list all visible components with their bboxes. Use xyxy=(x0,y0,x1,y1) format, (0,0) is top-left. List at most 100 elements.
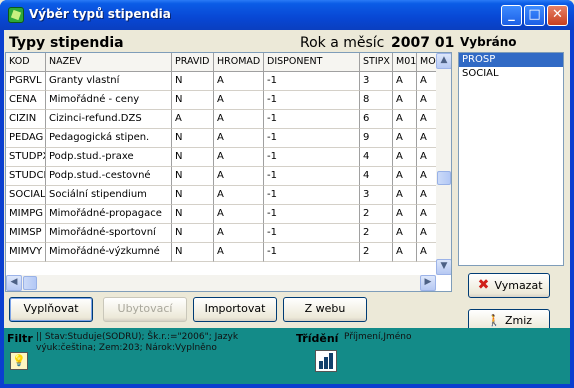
column-header[interactable]: DISPONENT xyxy=(264,53,360,72)
table-cell[interactable]: 2 xyxy=(360,243,393,262)
table-cell[interactable]: STUDCE xyxy=(6,167,46,186)
table-cell[interactable]: A xyxy=(393,148,417,167)
table-cell[interactable]: Mimořádné - ceny xyxy=(46,91,172,110)
table-cell[interactable]: -1 xyxy=(264,148,360,167)
scroll-down-icon[interactable]: ▼ xyxy=(436,259,451,275)
table-cell[interactable]: CENA xyxy=(6,91,46,110)
table-cell[interactable]: PGRVL xyxy=(6,72,46,91)
table-cell[interactable]: Mimořádné-propagace xyxy=(46,205,172,224)
table-row[interactable]: STUDPX Podp.stud.-praxe N A -1 4 A A xyxy=(6,148,439,167)
vertical-scroll-thumb[interactable] xyxy=(437,171,451,185)
horizontal-scrollbar[interactable]: ◀ ▶ xyxy=(6,275,436,291)
table-cell[interactable]: A xyxy=(393,72,417,91)
table-cell[interactable]: -1 xyxy=(264,186,360,205)
table-cell[interactable]: A xyxy=(393,129,417,148)
table-cell[interactable]: MIMSP xyxy=(6,224,46,243)
list-item[interactable]: SOCIAL xyxy=(459,67,563,81)
table-cell[interactable]: -1 xyxy=(264,224,360,243)
maximize-button[interactable]: □ xyxy=(524,5,545,26)
vertical-scrollbar[interactable]: ▲ ▼ xyxy=(436,53,451,275)
horizontal-scroll-thumb[interactable] xyxy=(23,276,37,290)
selected-list[interactable]: PROSP SOCIAL xyxy=(458,52,564,266)
scroll-right-icon[interactable]: ▶ xyxy=(420,275,436,291)
table-cell[interactable]: A xyxy=(393,205,417,224)
table-row[interactable]: MIMPG Mimořádné-propagace N A -1 2 A A xyxy=(6,205,439,224)
table-cell[interactable]: A xyxy=(214,148,264,167)
z-webu-button[interactable]: Z webu xyxy=(283,297,367,322)
table-cell[interactable]: Mimořádné-sportovní xyxy=(46,224,172,243)
title-bar[interactable]: Výběr typů stipendia _ □ ✕ xyxy=(0,0,574,30)
table-cell[interactable]: N xyxy=(172,91,214,110)
table-cell[interactable]: A xyxy=(214,72,264,91)
table-cell[interactable]: STUDPX xyxy=(6,148,46,167)
table-row[interactable]: PEDAG Pedagogická stipen. N A -1 9 A A xyxy=(6,129,439,148)
column-header[interactable]: NAZEV xyxy=(46,53,172,72)
table-row[interactable]: MIMSP Mimořádné-sportovní N A -1 2 A A xyxy=(6,224,439,243)
table-cell[interactable]: 2 xyxy=(360,224,393,243)
table-cell[interactable]: A xyxy=(393,91,417,110)
table-cell[interactable]: -1 xyxy=(264,243,360,262)
table-cell[interactable]: Granty vlastní xyxy=(46,72,172,91)
table-cell[interactable]: N xyxy=(172,129,214,148)
table-cell[interactable]: A xyxy=(214,91,264,110)
table-cell[interactable]: Mimořádné-výzkumné xyxy=(46,243,172,262)
table-cell[interactable]: 3 xyxy=(360,72,393,91)
importovat-button[interactable]: Importovat xyxy=(193,297,277,322)
table-cell[interactable]: Podp.stud.-praxe xyxy=(46,148,172,167)
table-row[interactable]: SOCIAL Sociální stipendium N A -1 3 A A xyxy=(6,186,439,205)
column-header[interactable]: STIPX xyxy=(360,53,393,72)
column-header[interactable]: HROMAD xyxy=(214,53,264,72)
table-cell[interactable]: A xyxy=(214,205,264,224)
table-cell[interactable]: 8 xyxy=(360,91,393,110)
table-cell[interactable]: A xyxy=(393,167,417,186)
vymazat-button[interactable]: ✖ Vymazat xyxy=(468,273,550,298)
table-cell[interactable]: A xyxy=(214,186,264,205)
table-cell[interactable]: A xyxy=(214,129,264,148)
table-cell[interactable]: -1 xyxy=(264,167,360,186)
table-cell[interactable]: SOCIAL xyxy=(6,186,46,205)
table-cell[interactable]: -1 xyxy=(264,205,360,224)
minimize-button[interactable]: _ xyxy=(501,5,522,26)
table-row[interactable]: CIZIN Cizinci-refund.DZS A A -1 6 A A xyxy=(6,110,439,129)
table-cell[interactable]: N xyxy=(172,205,214,224)
stipend-types-grid[interactable]: KOD NAZEV PRAVID HROMAD DISPONENT STIPX … xyxy=(5,52,452,292)
table-cell[interactable]: Sociální stipendium xyxy=(46,186,172,205)
table-row[interactable]: MIMVY Mimořádné-výzkumné N A -1 2 A A xyxy=(6,243,439,262)
column-header[interactable]: PRAVID xyxy=(172,53,214,72)
table-cell[interactable]: A xyxy=(172,110,214,129)
table-cell[interactable]: A xyxy=(214,224,264,243)
scroll-left-icon[interactable]: ◀ xyxy=(6,275,22,291)
list-item[interactable]: PROSP xyxy=(459,53,563,67)
column-header[interactable]: M01 xyxy=(393,53,417,72)
table-cell[interactable]: 2 xyxy=(360,205,393,224)
column-header[interactable]: KOD xyxy=(6,53,46,72)
table-row[interactable]: PGRVL Granty vlastní N A -1 3 A A xyxy=(6,72,439,91)
table-cell[interactable]: 4 xyxy=(360,167,393,186)
close-button[interactable]: ✕ xyxy=(547,5,568,26)
table-cell[interactable]: N xyxy=(172,148,214,167)
ubytovaci-button[interactable]: Ubytovací xyxy=(103,297,187,322)
table-cell[interactable]: -1 xyxy=(264,129,360,148)
table-cell[interactable]: -1 xyxy=(264,91,360,110)
table-cell[interactable]: A xyxy=(393,224,417,243)
table-cell[interactable]: N xyxy=(172,243,214,262)
table-cell[interactable]: MIMVY xyxy=(6,243,46,262)
scroll-up-icon[interactable]: ▲ xyxy=(436,53,451,69)
table-cell[interactable]: N xyxy=(172,186,214,205)
vyplnovat-button[interactable]: Vyplňovat xyxy=(9,297,93,322)
table-cell[interactable]: N xyxy=(172,72,214,91)
filter-lightbulb-icon[interactable]: 💡 xyxy=(10,352,28,370)
table-cell[interactable]: A xyxy=(393,186,417,205)
table-cell[interactable]: Pedagogická stipen. xyxy=(46,129,172,148)
table-cell[interactable]: A xyxy=(214,243,264,262)
table-cell[interactable]: Cizinci-refund.DZS xyxy=(46,110,172,129)
table-cell[interactable]: N xyxy=(172,167,214,186)
table-cell[interactable]: 9 xyxy=(360,129,393,148)
table-row[interactable]: CENA Mimořádné - ceny N A -1 8 A A xyxy=(6,91,439,110)
table-cell[interactable]: CIZIN xyxy=(6,110,46,129)
table-cell[interactable]: N xyxy=(172,224,214,243)
table-cell[interactable]: -1 xyxy=(264,72,360,91)
table-row[interactable]: STUDCE Podp.stud.-cestovné N A -1 4 A A xyxy=(6,167,439,186)
table-cell[interactable]: A xyxy=(214,110,264,129)
table-cell[interactable]: Podp.stud.-cestovné xyxy=(46,167,172,186)
